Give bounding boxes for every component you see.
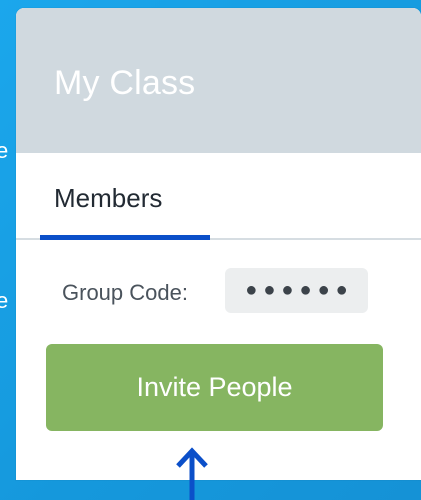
background-edge-text: e bbox=[0, 288, 9, 313]
invite-people-button[interactable]: Invite People bbox=[46, 344, 383, 431]
app-background: e e My Class Members Group Code: ●●●●●● … bbox=[0, 0, 421, 500]
tab-members-label: Members bbox=[54, 183, 163, 213]
group-code-label: Group Code: bbox=[62, 280, 188, 305]
class-title: My Class bbox=[54, 64, 196, 102]
tab-bar: Members bbox=[16, 153, 421, 240]
card-header: My Class bbox=[16, 8, 421, 153]
group-code-row: Group Code: ●●●●●● bbox=[16, 268, 421, 316]
active-tab-indicator bbox=[40, 235, 210, 240]
group-code-value[interactable]: ●●●●●● bbox=[225, 268, 368, 313]
background-edge-text: e bbox=[0, 138, 9, 163]
tab-members[interactable]: Members bbox=[40, 153, 210, 240]
up-arrow-icon bbox=[176, 447, 208, 500]
